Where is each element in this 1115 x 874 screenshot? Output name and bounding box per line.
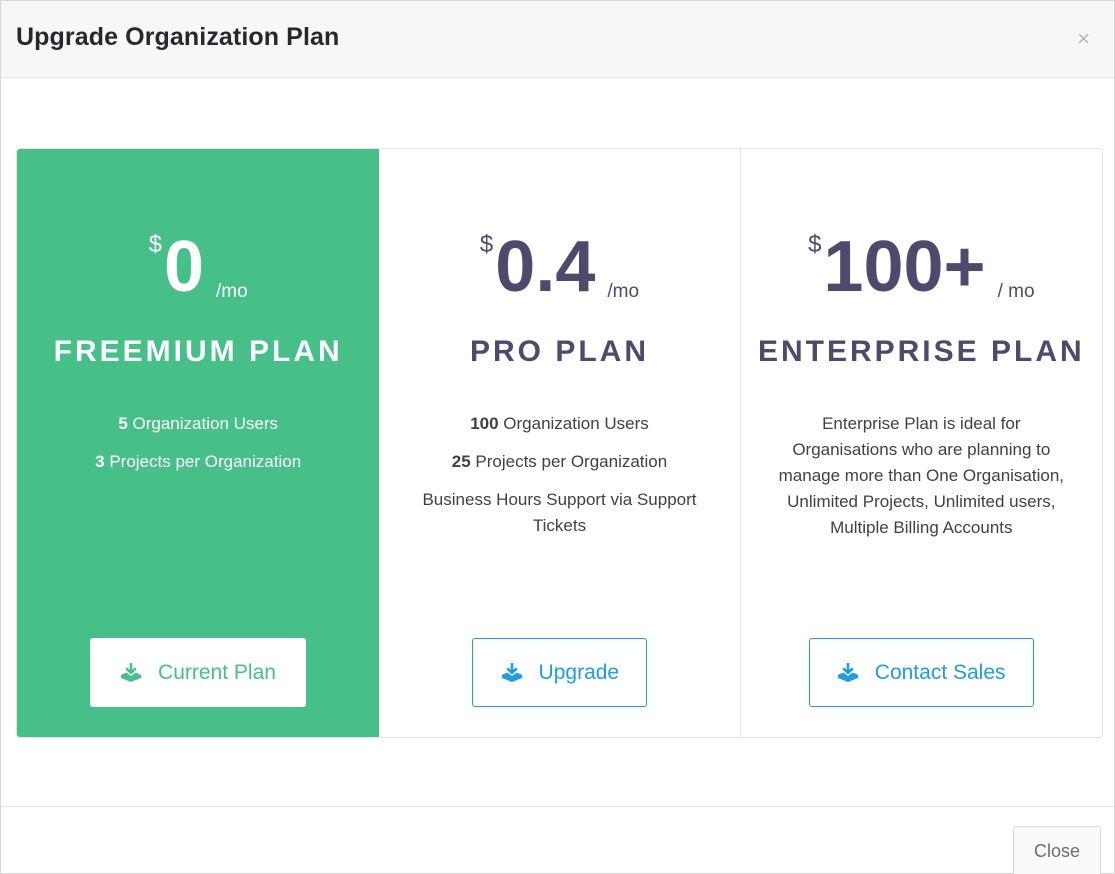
price-period: /mo xyxy=(216,281,248,302)
button-label: Contact Sales xyxy=(874,660,1006,684)
plan-price: $ 0 /mo xyxy=(17,227,379,307)
feature-item: 3 Projects per Organization xyxy=(47,449,349,475)
close-button[interactable]: Close xyxy=(1013,826,1101,874)
price-period: / mo xyxy=(997,281,1035,302)
price-amount: 0.4 xyxy=(495,227,596,307)
current-plan-button[interactable]: Current Plan xyxy=(90,638,306,707)
feature-count: 100 xyxy=(470,414,499,433)
feature-count: 25 xyxy=(451,452,471,471)
modal-title: Upgrade Organization Plan xyxy=(16,23,340,51)
close-icon[interactable]: × xyxy=(1077,28,1090,50)
feature-count: 3 xyxy=(95,452,105,471)
plan-card-pro: $ 0.4 /mo PRO PLAN 100 Organization User… xyxy=(379,149,741,737)
feature-item: 25 Projects per Organization xyxy=(409,449,709,475)
description-text: Enterprise Plan is ideal for Organisatio… xyxy=(778,414,1065,537)
feature-text: Organization Users xyxy=(498,414,649,433)
plan-name: ENTERPRISE PLAN xyxy=(757,335,1085,368)
plan-name: PRO PLAN xyxy=(469,335,649,368)
modal-footer: Close xyxy=(1,806,1114,874)
feature-item: Business Hours Support via Support Ticke… xyxy=(409,487,709,539)
feature-count: 5 xyxy=(118,414,128,433)
button-label: Current Plan xyxy=(158,660,276,684)
button-label: Upgrade xyxy=(538,660,620,684)
upgrade-plan-modal: Upgrade Organization Plan × $ 0 /mo FREE… xyxy=(0,0,1115,874)
feature-text: Business Hours Support via Support Ticke… xyxy=(422,490,697,535)
price-amount: 0 xyxy=(163,227,205,307)
plan-card-freemium: $ 0 /mo FREEMIUM PLAN 5 Organization Use… xyxy=(17,149,380,737)
plan-features: 5 Organization Users 3 Projects per Orga… xyxy=(47,411,349,487)
download-tray-icon xyxy=(837,662,859,683)
plan-features: 100 Organization Users 25 Projects per O… xyxy=(409,411,709,551)
upgrade-button[interactable]: Upgrade xyxy=(472,638,648,707)
plans-container: $ 0 /mo FREEMIUM PLAN 5 Organization Use… xyxy=(16,148,1103,738)
currency-symbol: $ xyxy=(808,231,822,258)
feature-item: 100 Organization Users xyxy=(409,411,709,437)
contact-sales-button[interactable]: Contact Sales xyxy=(808,638,1034,707)
currency-symbol: $ xyxy=(148,231,162,258)
feature-text: Organization Users xyxy=(127,414,279,433)
plan-price: $ 0.4 /mo xyxy=(379,227,739,307)
feature-text: Projects per Organization xyxy=(470,452,668,471)
modal-header: Upgrade Organization Plan × xyxy=(1,1,1114,78)
download-tray-icon xyxy=(120,662,142,683)
download-tray-icon xyxy=(501,662,523,683)
plan-card-enterprise: $ 100+ / mo ENTERPRISE PLAN Enterprise P… xyxy=(740,149,1102,737)
price-period: /mo xyxy=(607,281,640,302)
feature-item: 5 Organization Users xyxy=(47,411,349,437)
currency-symbol: $ xyxy=(479,231,494,258)
price-amount: 100+ xyxy=(823,227,986,307)
plan-name: FREEMIUM PLAN xyxy=(53,335,343,368)
plan-description: Enterprise Plan is ideal for Organisatio… xyxy=(771,411,1072,553)
feature-text: Projects per Organization xyxy=(104,452,302,471)
plan-price: $ 100+ / mo xyxy=(741,227,1102,307)
